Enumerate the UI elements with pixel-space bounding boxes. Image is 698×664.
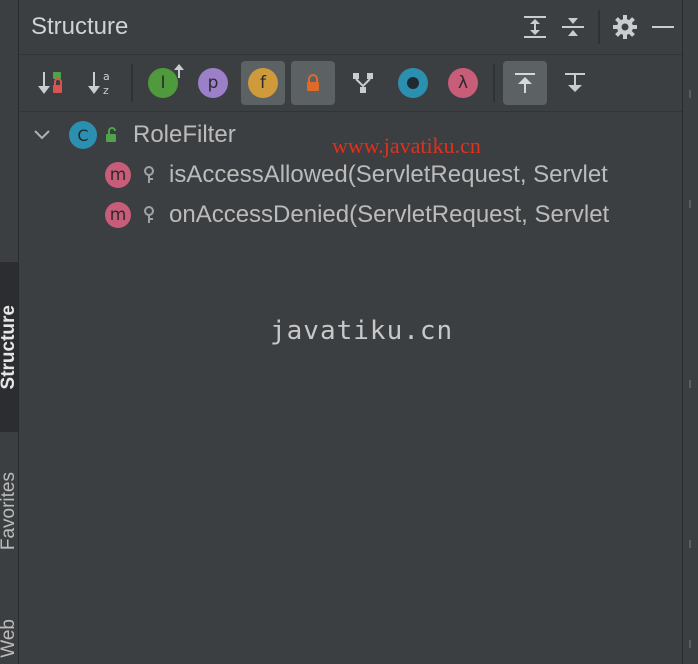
show-lambdas-button[interactable]: λ: [441, 61, 485, 105]
tree-node-method[interactable]: m isAccessAllowed(ServletRequest, Servle…: [19, 155, 682, 195]
svg-text:z: z: [103, 84, 109, 97]
tab-structure-label: Structure: [0, 304, 19, 390]
hide-button[interactable]: [644, 8, 682, 46]
autoscroll-from-source-icon: [565, 73, 585, 92]
show-non-public-button[interactable]: [291, 61, 335, 105]
show-properties-button[interactable]: p: [191, 61, 235, 105]
left-tool-strip: Structure Favorites Web: [0, 0, 19, 664]
anonymous-class-icon: [398, 68, 428, 98]
field-icon: f: [248, 68, 278, 98]
tab-web-label: Web: [0, 618, 19, 658]
hierarchy-icon: [353, 73, 373, 93]
watermark-url: www.javatiku.cn: [332, 133, 481, 158]
sort-by-visibility-button[interactable]: [29, 61, 73, 105]
header-separator: [598, 10, 600, 44]
tab-favorites[interactable]: Favorites: [0, 444, 19, 579]
lock-icon: [307, 74, 319, 91]
settings-button[interactable]: [606, 8, 644, 46]
autoscroll-to-source-button[interactable]: [503, 61, 547, 105]
tree-node-method[interactable]: m onAccessDenied(ServletRequest, Servlet: [19, 195, 682, 235]
autoscroll-from-source-button[interactable]: [553, 61, 597, 105]
class-name: RoleFilter: [133, 121, 236, 148]
show-inherited-from-object-button[interactable]: [341, 61, 385, 105]
watermark-text: javatiku.cn: [270, 316, 454, 346]
lambda-icon: λ: [448, 68, 478, 98]
minimize-icon: [652, 26, 674, 28]
property-icon: p: [198, 68, 228, 98]
key-icon: [144, 206, 154, 223]
expand-all-icon: [524, 16, 546, 38]
structure-header: Structure: [19, 0, 682, 54]
class-icon: C: [69, 121, 97, 149]
key-icon: [144, 166, 154, 183]
method-icon: m: [105, 202, 131, 228]
show-inherited-button[interactable]: I: [141, 61, 185, 105]
collapse-all-button[interactable]: [554, 8, 592, 46]
sort-alphabetically-button[interactable]: a z: [79, 61, 123, 105]
sort-visibility-icon: [38, 72, 62, 94]
gear-icon: [613, 15, 637, 39]
public-access-icon: [106, 127, 116, 142]
toolbar-separator: [131, 64, 133, 102]
inherited-icon: I: [148, 64, 184, 98]
show-fields-button[interactable]: f: [241, 61, 285, 105]
show-anonymous-button[interactable]: [391, 61, 435, 105]
sort-alpha-icon: a z: [88, 70, 110, 97]
tab-structure[interactable]: Structure: [0, 262, 19, 432]
chevron-down-icon[interactable]: [33, 126, 51, 144]
right-tool-strip: [682, 0, 698, 664]
method-signature: isAccessAllowed(ServletRequest, Servlet: [169, 161, 608, 188]
panel-title: Structure: [31, 13, 129, 40]
toolbar-separator-2: [493, 64, 495, 102]
structure-tree: C RoleFilter m isAccessAllowed(ServletRe…: [19, 112, 682, 664]
left-strip-top: [0, 0, 18, 40]
structure-toolbar: a z I p f λ: [19, 54, 682, 112]
tab-web[interactable]: Web: [0, 612, 19, 664]
collapse-all-icon: [562, 18, 584, 36]
method-signature: onAccessDenied(ServletRequest, Servlet: [169, 201, 610, 228]
tab-favorites-label: Favorites: [0, 472, 19, 551]
svg-text:a: a: [103, 70, 110, 83]
expand-all-button[interactable]: [516, 8, 554, 46]
method-icon: m: [105, 162, 131, 188]
autoscroll-to-source-icon: [515, 73, 535, 93]
